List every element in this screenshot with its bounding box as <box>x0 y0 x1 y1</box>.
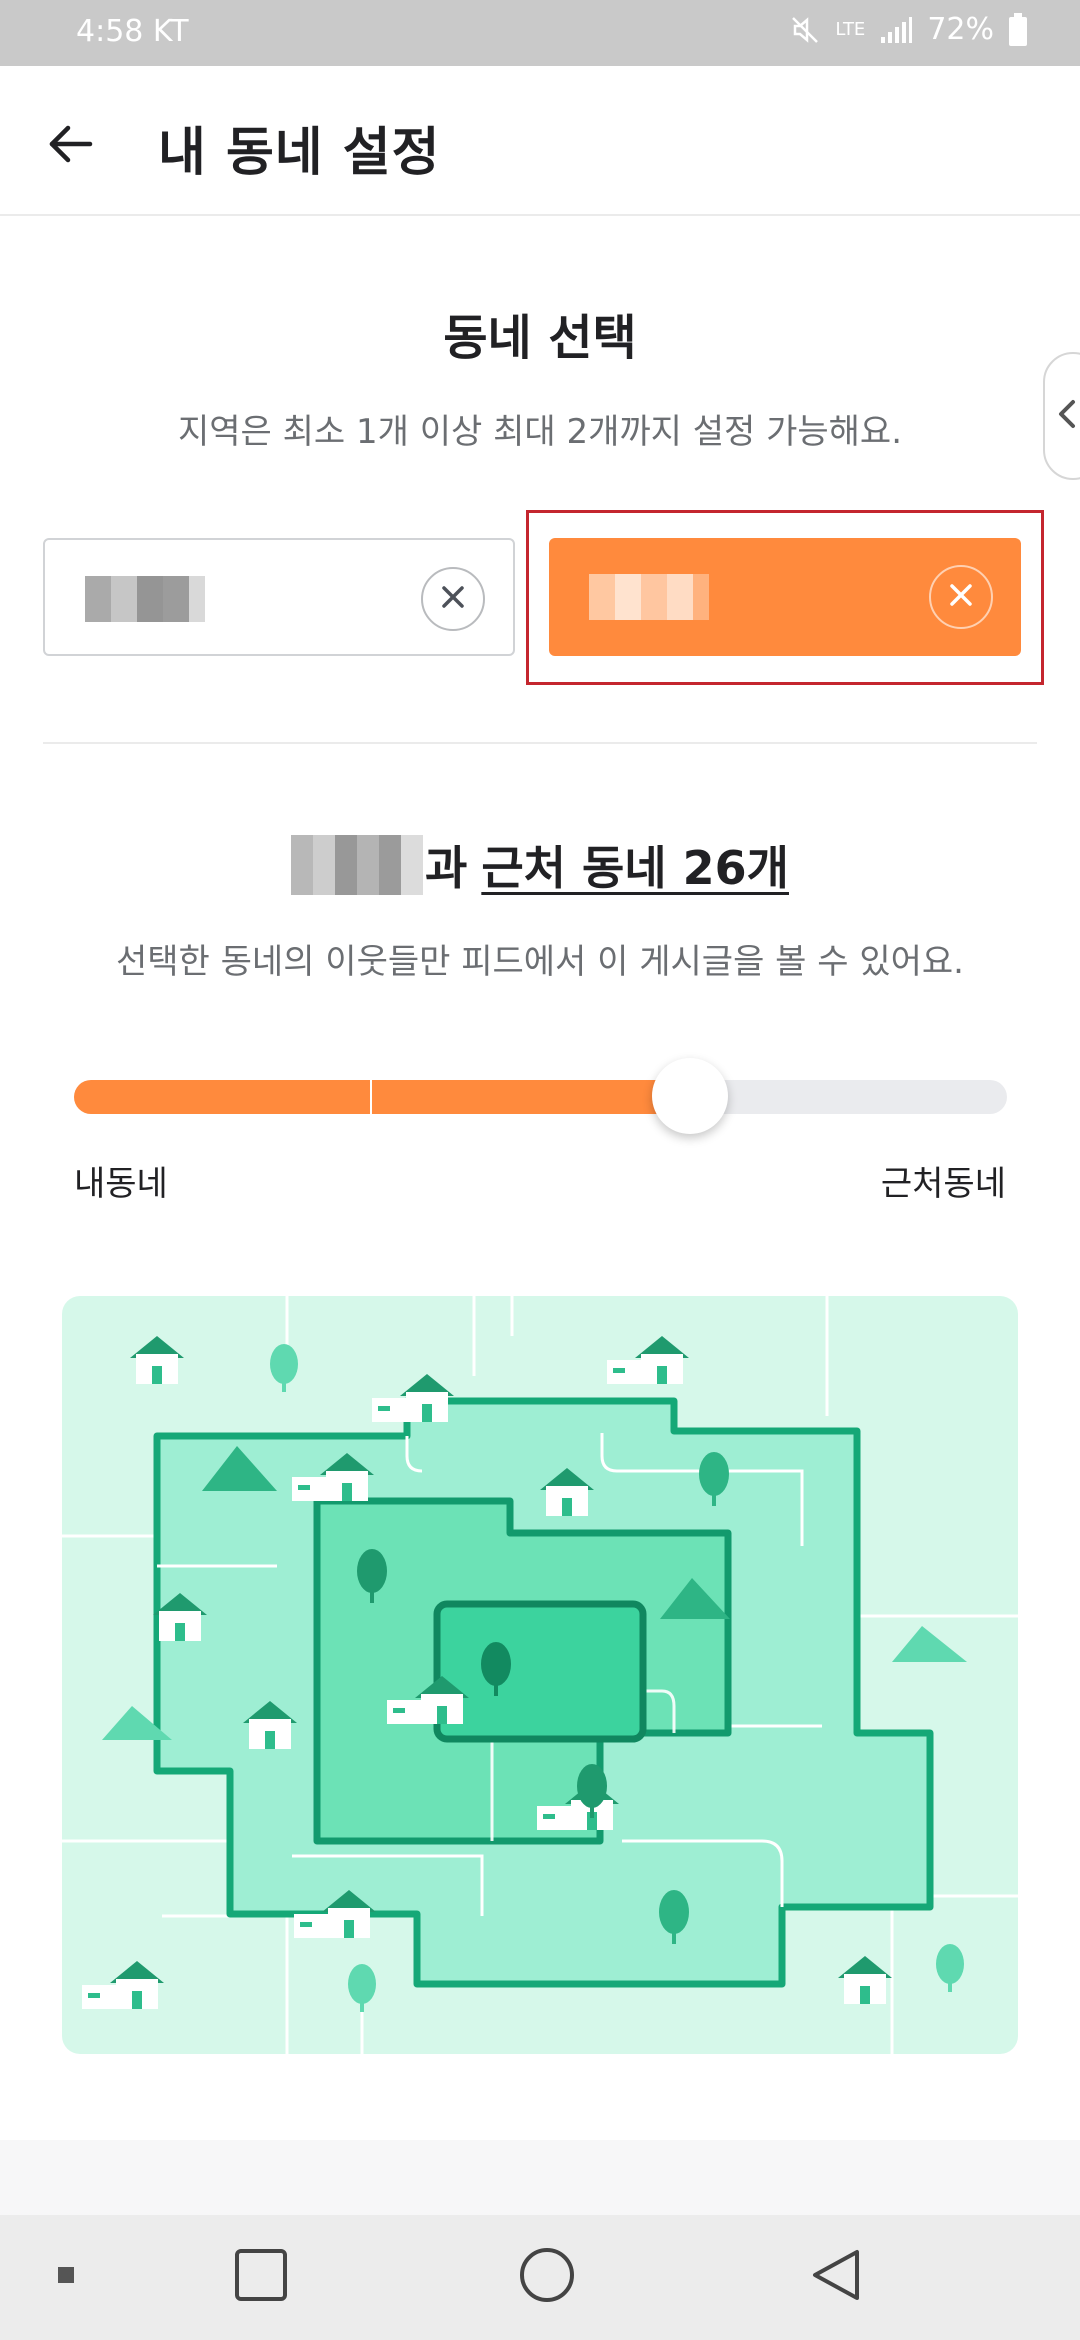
arrow-left-icon <box>46 120 94 172</box>
battery-percent: 72% <box>927 12 994 47</box>
slider-fill <box>74 1080 690 1114</box>
range-title-suffix: 과 <box>425 841 468 895</box>
status-bar: 4:58 KT LTE 72% <box>0 0 1080 66</box>
nav-extra-button[interactable] <box>26 2237 106 2317</box>
town-chip-primary[interactable] <box>43 538 515 656</box>
slider-thumb[interactable] <box>652 1058 728 1134</box>
battery-icon <box>1008 12 1028 47</box>
town-remove-button[interactable] <box>421 567 485 631</box>
square-icon <box>233 2247 289 2307</box>
mute-icon <box>789 14 821 46</box>
system-nav-bar <box>0 2215 1080 2340</box>
status-time: 4:58 KT <box>76 14 189 49</box>
town-name-blurred <box>85 576 205 622</box>
status-icons: LTE 72% <box>789 12 1028 47</box>
divider <box>43 742 1037 744</box>
bottom-band <box>0 2140 1080 2215</box>
slider-label-nearby: 근처동네 <box>880 1164 1006 1204</box>
triangle-back-icon <box>807 2246 863 2308</box>
range-description: 선택한 동네의 이웃들만 피드에서 이 게시글을 볼 수 있어요. <box>116 942 964 982</box>
range-slider[interactable] <box>74 1080 1007 1114</box>
selection-highlight <box>526 510 1044 685</box>
signal-icon <box>879 15 913 45</box>
dot-icon <box>57 2266 75 2288</box>
nav-back-button[interactable] <box>795 2237 875 2317</box>
page-title: 내 동네 설정 <box>158 123 441 183</box>
slider-tick <box>370 1080 372 1114</box>
town-name-blurred <box>291 835 423 895</box>
range-title: 과 근처 동네 26개 <box>0 832 1080 898</box>
nav-home-button[interactable] <box>507 2237 587 2317</box>
nav-recents-button[interactable] <box>221 2237 301 2317</box>
back-button[interactable] <box>30 106 110 186</box>
slider-label-my-town: 내동네 <box>74 1164 168 1204</box>
neighborhood-map-illustration <box>62 1296 1018 2054</box>
app-bar: 내 동네 설정 <box>0 66 1080 216</box>
nearby-towns-link[interactable]: 근처 동네 26개 <box>481 832 789 898</box>
circle-icon <box>518 2246 576 2308</box>
network-type: LTE <box>835 18 866 40</box>
close-icon <box>438 582 468 616</box>
town-select-description: 지역은 최소 1개 이상 최대 2개까지 설정 가능해요. <box>177 412 903 452</box>
town-select-title: 동네 선택 <box>443 310 637 366</box>
